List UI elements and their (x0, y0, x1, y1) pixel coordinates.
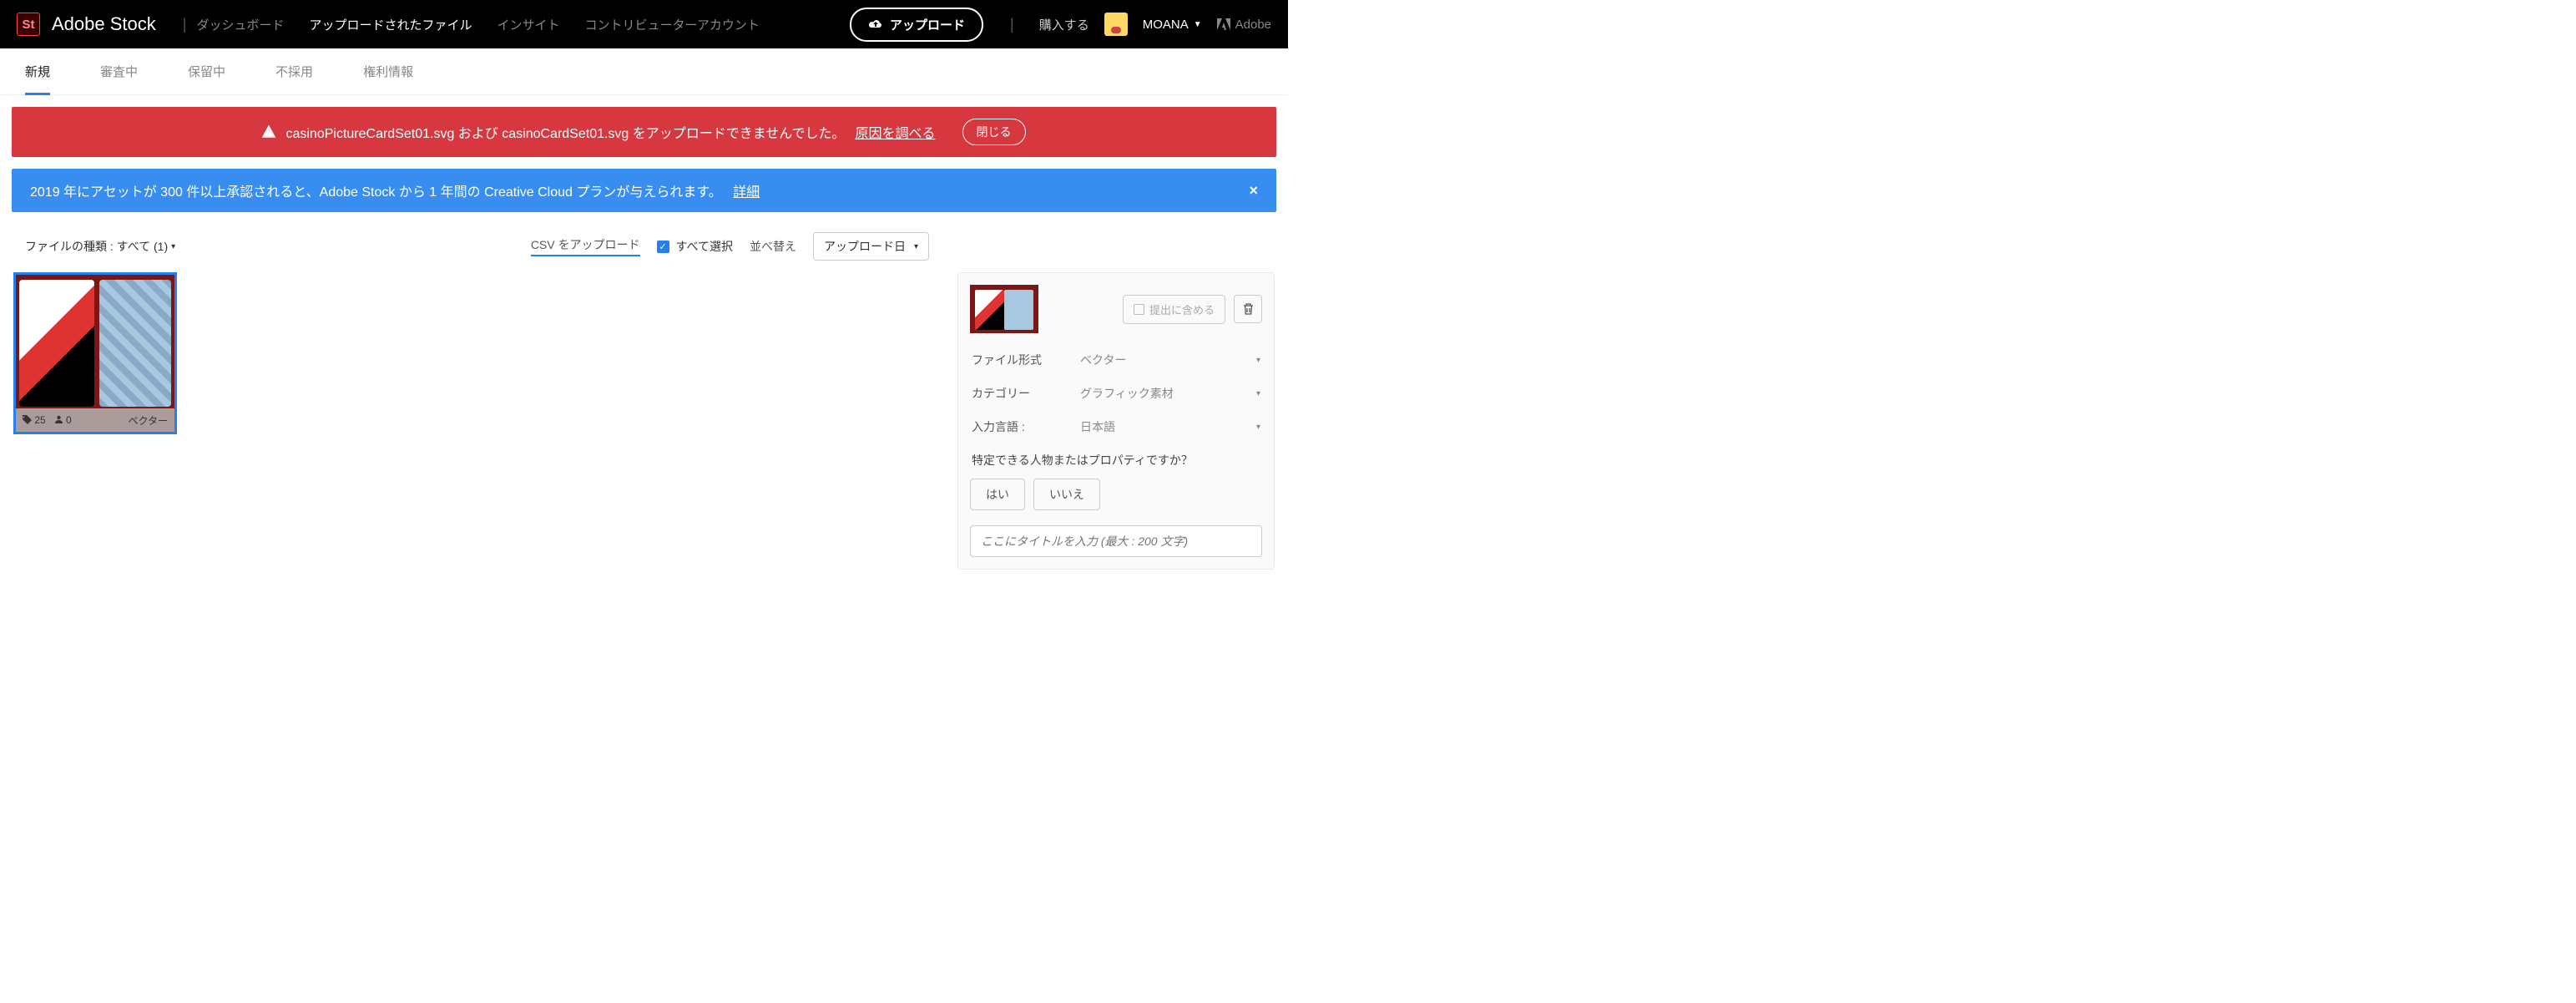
delete-button[interactable] (1234, 295, 1262, 323)
chevron-down-icon: ▾ (1256, 389, 1260, 398)
info-details-link[interactable]: 詳細 (733, 185, 760, 200)
tag-count: 25 (23, 414, 46, 426)
tab-rights[interactable]: 権利情報 (363, 48, 413, 95)
chevron-down-icon: ▼ (1194, 20, 1202, 29)
nav-dashboard[interactable]: ダッシュボード (196, 16, 284, 33)
chevron-down-icon: ▾ (1256, 356, 1260, 365)
nav-insights[interactable]: インサイト (497, 16, 559, 33)
yes-no-row: はい いいえ (970, 479, 1262, 510)
people-count-value: 0 (66, 414, 72, 426)
checkbox-checked-icon: ✓ (657, 241, 669, 253)
sidebar-header: 提出に含める (970, 285, 1262, 333)
submit-button-label: 提出に含める (1149, 301, 1215, 317)
adobe-stock-logo-text: Adobe Stock (52, 13, 156, 35)
field-value: グラフィック素材 (1080, 385, 1256, 402)
upload-button-label: アップロード (890, 16, 965, 33)
tab-pending[interactable]: 保留中 (188, 48, 225, 95)
asset-grid: 25 0 ベクター (13, 272, 949, 570)
asset-thumbnail[interactable]: 25 0 ベクター (13, 272, 177, 434)
divider: | (1010, 16, 1014, 33)
chevron-down-icon: ▾ (914, 242, 918, 251)
asset-type-label: ベクター (128, 413, 168, 428)
adobe-link-label: Adobe (1235, 18, 1271, 32)
file-type-filter[interactable]: ファイルの種類 : すべて (1) ▾ (25, 238, 175, 255)
error-close-button[interactable]: 閉じる (962, 119, 1026, 145)
toolbar: ファイルの種類 : すべて (1) ▾ CSV をアップロード ✓ すべて選択 … (0, 224, 1288, 272)
user-menu[interactable]: MOANA ▼ (1143, 18, 1202, 32)
primary-nav: ダッシュボード アップロードされたファイル インサイト コントリビューターアカウ… (196, 16, 850, 33)
field-input-language[interactable]: 入力言語 : 日本語 ▾ (970, 410, 1262, 443)
chevron-down-icon: ▾ (171, 242, 175, 251)
properties-sidebar: 提出に含める ファイル形式 ベクター ▾ カテゴリー グラフィック素材 ▾ 入力… (957, 272, 1275, 570)
chevron-down-icon: ▾ (1256, 423, 1260, 432)
nav-uploaded-files[interactable]: アップロードされたファイル (309, 16, 472, 33)
csv-upload-link[interactable]: CSV をアップロード (531, 236, 640, 256)
divider: | (183, 16, 187, 33)
adobe-link[interactable]: Adobe (1217, 18, 1271, 32)
field-category[interactable]: カテゴリー グラフィック素材 ▾ (970, 377, 1262, 410)
content-area: 25 0 ベクター 提出に含める ファイル形式 (0, 272, 1288, 570)
user-name-label: MOANA (1143, 18, 1189, 32)
field-value: ベクター (1080, 352, 1256, 368)
info-alert: 2019 年にアセットが 300 件以上承認されると、Adobe Stock か… (12, 169, 1276, 212)
recognizable-question: 特定できる人物またはプロパティですか？ (972, 452, 1260, 469)
info-message: 2019 年にアセットが 300 件以上承認されると、Adobe Stock か… (30, 185, 722, 200)
sub-nav: 新規 審査中 保留中 不採用 権利情報 (0, 48, 1288, 95)
filter-label-text: ファイルの種類 : すべて (1) (25, 238, 168, 255)
select-all-label: すべて選択 (676, 238, 733, 255)
sort-value: アップロード日 (824, 238, 906, 255)
buy-link[interactable]: 購入する (1039, 16, 1089, 33)
upload-button[interactable]: アップロード (850, 8, 983, 42)
adobe-stock-logo-badge: St (17, 13, 40, 36)
top-header: St Adobe Stock | ダッシュボード アップロードされたファイル イ… (0, 0, 1288, 48)
info-message-wrap: 2019 年にアセットが 300 件以上承認されると、Adobe Stock か… (30, 180, 760, 200)
tab-reviewing[interactable]: 審査中 (100, 48, 138, 95)
sort-label: 並べ替え (750, 238, 796, 255)
field-label: ファイル形式 (972, 352, 1080, 368)
warning-icon (262, 125, 275, 139)
people-icon (54, 415, 63, 424)
avatar[interactable] (1104, 13, 1128, 36)
sort-dropdown[interactable]: アップロード日 ▾ (813, 232, 929, 261)
no-button[interactable]: いいえ (1033, 479, 1100, 510)
error-message: casinoPictureCardSet01.svg および casinoCar… (285, 122, 845, 142)
trash-icon (1242, 302, 1255, 316)
tab-new[interactable]: 新規 (25, 48, 50, 95)
header-right: | 購入する MOANA ▼ Adobe (1000, 13, 1271, 36)
field-value: 日本語 (1080, 418, 1256, 435)
card-art-joker (19, 280, 94, 407)
select-all-checkbox[interactable]: ✓ すべて選択 (657, 238, 733, 255)
field-label: 入力言語 : (972, 418, 1080, 435)
error-alert: casinoPictureCardSet01.svg および casinoCar… (12, 107, 1276, 157)
adobe-icon (1217, 18, 1230, 30)
tag-count-value: 25 (34, 414, 45, 426)
checkbox-empty-icon (1134, 304, 1144, 315)
sidebar-thumbnail (970, 285, 1038, 333)
include-in-submission-button[interactable]: 提出に含める (1123, 295, 1225, 324)
cloud-upload-icon (868, 18, 883, 30)
tag-icon (23, 415, 32, 424)
field-label: カテゴリー (972, 385, 1080, 402)
field-file-format[interactable]: ファイル形式 ベクター ▾ (970, 343, 1262, 377)
tab-rejected[interactable]: 不採用 (275, 48, 313, 95)
yes-button[interactable]: はい (970, 479, 1025, 510)
error-details-link[interactable]: 原因を調べる (856, 122, 936, 142)
nav-contributor-account[interactable]: コントリビューターアカウント (584, 16, 759, 33)
info-close-icon[interactable]: × (1249, 182, 1258, 200)
title-input[interactable] (970, 525, 1262, 557)
card-art-back (99, 280, 171, 407)
thumbnail-info-bar: 25 0 ベクター (16, 408, 174, 432)
people-count: 0 (54, 414, 72, 426)
